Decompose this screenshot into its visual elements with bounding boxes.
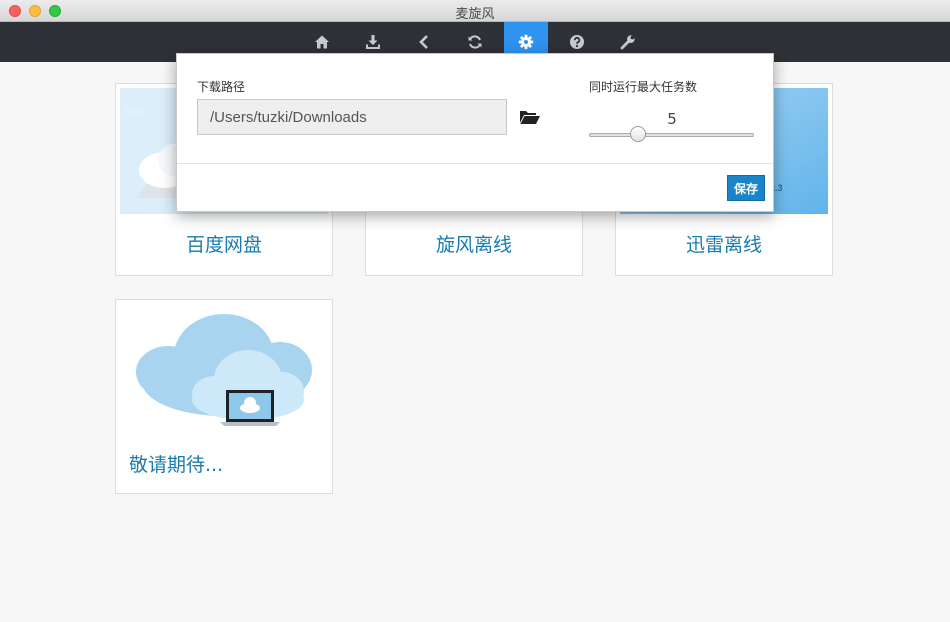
card-label-xunlei-offline: 迅雷离线 [685, 234, 762, 256]
card-label-baidu-pan: 百度网盘 [185, 234, 262, 256]
download-path-label: 下载路径 [197, 80, 246, 94]
max-tasks-value: 5 [667, 110, 677, 128]
download-path-input[interactable] [197, 99, 507, 135]
card-coming-soon: 敬请期待... [115, 299, 333, 494]
baidu-logo-text: Bai [123, 104, 143, 119]
question-icon [570, 35, 584, 49]
max-tasks-slider-thumb[interactable] [630, 126, 646, 142]
home-icon [315, 35, 329, 49]
coming-soon-image [120, 304, 328, 430]
folder-open-icon [520, 111, 540, 124]
card-label-xuanfeng-offline: 旋风离线 [435, 234, 512, 256]
window-title: 麦旋风 [455, 7, 495, 22]
max-tasks-label: 同时运行最大任务数 [589, 80, 698, 94]
max-tasks-slider-track[interactable] [589, 133, 754, 137]
chevron-left-icon [419, 35, 428, 49]
popup-divider [177, 163, 773, 164]
refresh-icon [468, 35, 482, 49]
gear-icon [518, 34, 534, 50]
wrench-icon [620, 35, 635, 50]
title-bar: 麦旋风 [0, 0, 950, 22]
save-button[interactable]: 保存 [727, 175, 765, 201]
card-label-coming-soon: 敬请期待... [129, 454, 224, 476]
browse-folder-button[interactable] [519, 108, 541, 126]
settings-popup: 下载路径 同时运行最大任务数 5 保存 [176, 53, 774, 212]
download-icon [366, 35, 380, 49]
